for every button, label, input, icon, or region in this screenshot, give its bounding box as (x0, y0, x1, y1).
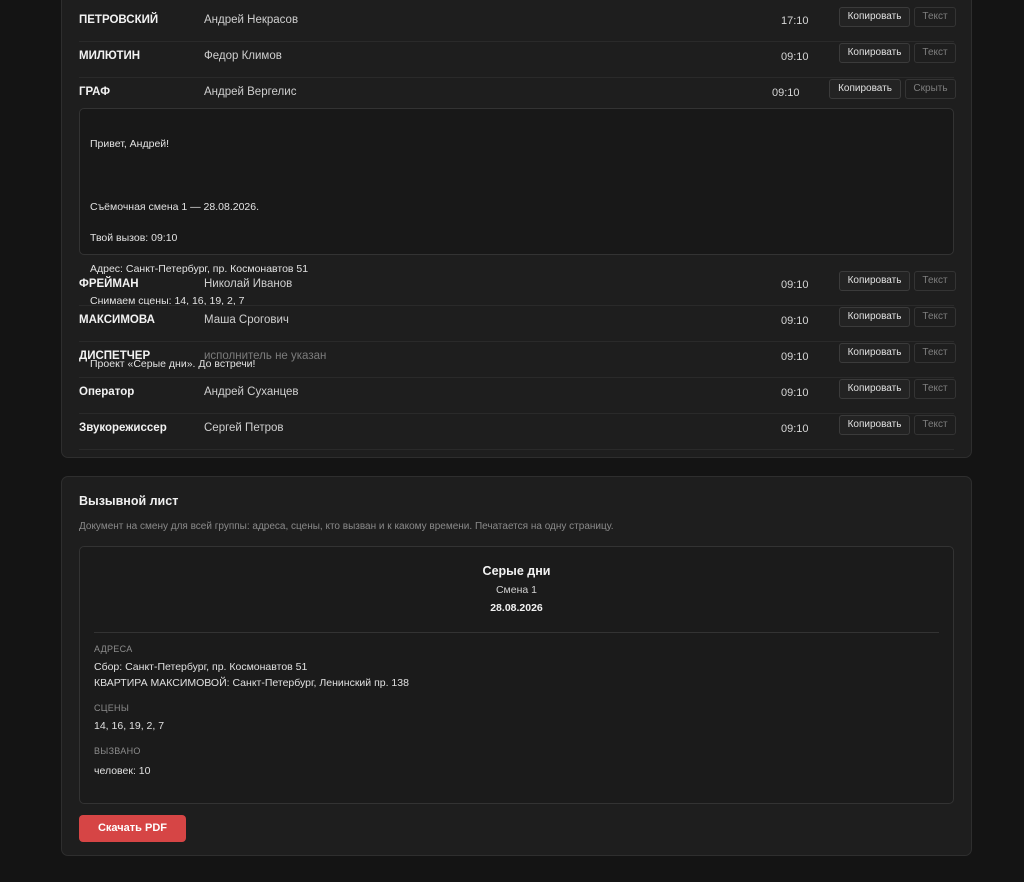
copy-button[interactable]: Копировать (839, 415, 910, 435)
project-title: Серые дни (482, 564, 551, 578)
cast-row: МИЛЮТИН Федор Климов 09:10 Копировать Те… (79, 41, 956, 78)
callsheet-title: Вызывной лист (79, 494, 179, 508)
role-name: Оператор (79, 386, 135, 398)
call-time: 09:10 (772, 87, 800, 99)
callsheet-preview: Серые дни Смена 1 28.08.2026 АДРЕСА Сбор… (79, 546, 954, 804)
addresses-label: АДРЕСА (94, 644, 133, 654)
role-name: ГРАФ (79, 86, 111, 98)
copy-button[interactable]: Копировать (839, 7, 910, 27)
role-name: МИЛЮТИН (79, 50, 141, 62)
copy-button[interactable]: Копировать (839, 43, 910, 63)
actor-name: Андрей Некрасов (204, 14, 299, 26)
cast-row: ДИСПЕТЧЕР исполнитель не указан 09:10 Ко… (79, 341, 956, 378)
hide-text-button[interactable]: Скрыть (905, 79, 956, 99)
show-text-button[interactable]: Текст (914, 343, 956, 363)
address-line: КВАРТИРА МАКСИМОВОЙ: Санкт-Петербург, Ле… (94, 677, 409, 689)
called-count: человек: 10 (94, 765, 151, 777)
call-time: 09:10 (781, 51, 809, 63)
copy-button[interactable]: Копировать (839, 343, 910, 363)
message-call-time: Твой вызов: 09:10 (90, 231, 178, 244)
call-time: 09:10 (781, 423, 809, 435)
show-text-button[interactable]: Текст (914, 43, 956, 63)
actor-unassigned: исполнитель не указан (204, 350, 327, 362)
cast-row: Звукорежиссер Сергей Петров 09:10 Копиро… (79, 413, 956, 450)
actor-name: Николай Иванов (204, 278, 293, 290)
document-header: Серые дни Смена 1 28.08.2026 (80, 564, 953, 614)
cast-row: ПЕТРОВСКИЙ Андрей Некрасов 17:10 Копиров… (79, 5, 956, 42)
call-time: 09:10 (781, 279, 809, 291)
callsheet-description: Документ на смену для всей группы: адрес… (79, 521, 614, 532)
show-text-button[interactable]: Текст (914, 415, 956, 435)
role-name: ДИСПЕТЧЕР (79, 350, 151, 362)
download-pdf-button[interactable]: Скачать PDF (79, 815, 186, 842)
address-line: Сбор: Санкт-Петербург, пр. Космонавтов 5… (94, 661, 308, 673)
actor-name: Сергей Петров (204, 422, 284, 434)
show-text-button[interactable]: Текст (914, 379, 956, 399)
copy-button[interactable]: Копировать (839, 379, 910, 399)
actor-name: Федор Климов (204, 50, 282, 62)
shift-label: Смена 1 (495, 584, 538, 596)
message-greeting: Привет, Андрей! (90, 137, 170, 150)
show-text-button[interactable]: Текст (914, 271, 956, 291)
role-name: МАКСИМОВА (79, 314, 155, 326)
actor-name: Андрей Суханцев (204, 386, 299, 398)
scenes-label: СЦЕНЫ (94, 703, 130, 713)
shift-date: 28.08.2026 (490, 602, 543, 614)
divider (94, 632, 939, 633)
actor-name: Маша Срогович (204, 314, 289, 326)
cast-row: Оператор Андрей Суханцев 09:10 Копироват… (79, 377, 956, 414)
copy-button[interactable]: Копировать (829, 79, 901, 99)
called-label: ВЫЗВАНО (94, 746, 141, 756)
invitation-message: Привет, Андрей! Съёмочная смена 1 — 28.0… (79, 108, 954, 370)
show-text-button[interactable]: Текст (914, 307, 956, 327)
call-time: 09:10 (781, 315, 809, 327)
call-time: 17:10 (781, 15, 809, 27)
role-name: ФРЕЙМАН (79, 278, 139, 290)
callsheet-card: Вызывной лист Документ на смену для всей… (61, 476, 972, 856)
cast-row: МАКСИМОВА Маша Срогович 09:10 Копировать… (79, 305, 956, 342)
copy-button[interactable]: Копировать (839, 271, 910, 291)
show-text-button[interactable]: Текст (914, 7, 956, 27)
copy-button[interactable]: Копировать (839, 307, 910, 327)
cast-list-card: ПЕТРОВСКИЙ Андрей Некрасов 17:10 Копиров… (61, 0, 972, 458)
call-time: 09:10 (781, 351, 809, 363)
role-name: ПЕТРОВСКИЙ (79, 14, 159, 26)
cast-row: ФРЕЙМАН Николай Иванов 09:10 Копировать … (79, 269, 956, 306)
scenes-list: 14, 16, 19, 2, 7 (94, 720, 165, 732)
actor-name: Андрей Вергелис (204, 86, 297, 98)
call-time: 09:10 (781, 387, 809, 399)
role-name: Звукорежиссер (79, 422, 167, 434)
message-shift: Съёмочная смена 1 — 28.08.2026. (90, 200, 260, 213)
